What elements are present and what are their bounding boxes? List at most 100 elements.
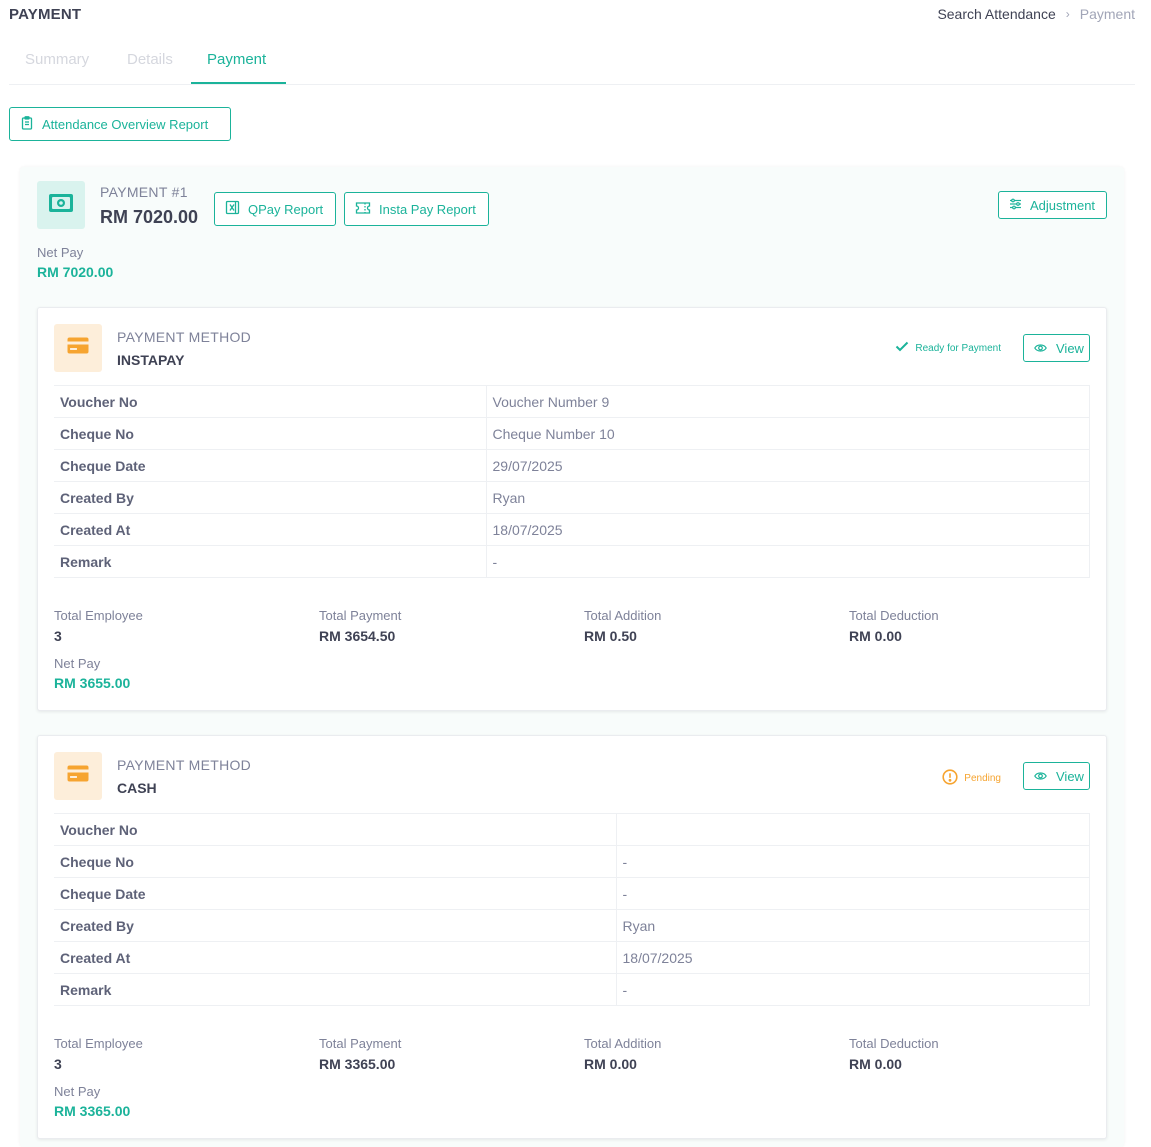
method-net-pay-label: Net Pay	[54, 656, 101, 671]
row-value: Cheque Number 10	[485, 417, 1090, 450]
alert-icon	[942, 769, 958, 788]
total-payment-value: RM 3654.50	[319, 628, 396, 644]
breadcrumb: Search Attendance › Payment	[937, 6, 1135, 22]
method-net-pay-label: Net Pay	[54, 1084, 101, 1099]
attendance-overview-report-label: Attendance Overview Report	[42, 116, 209, 132]
row-value: Ryan	[485, 481, 1090, 514]
sliders-icon	[1009, 198, 1022, 213]
total-deduction-label: Total Deduction	[849, 1036, 939, 1051]
total-employee-value: 3	[54, 1056, 62, 1072]
payment-heading: PAYMENT #1	[100, 184, 188, 200]
total-employee-value: 3	[54, 628, 62, 644]
tab-bar: Summary Details Payment	[9, 40, 1135, 85]
total-deduction-label: Total Deduction	[849, 608, 939, 623]
row-value: 18/07/2025	[485, 513, 1090, 546]
row-key: Created At	[54, 513, 486, 546]
breadcrumb-link-search-attendance[interactable]: Search Attendance	[937, 6, 1055, 22]
adjustment-button[interactable]: Adjustment	[998, 191, 1107, 219]
table-row: Voucher No Voucher Number 9	[54, 385, 1090, 418]
method-label: PAYMENT METHOD	[117, 757, 252, 773]
row-value: -	[615, 877, 1090, 910]
row-key: Cheque Date	[54, 449, 486, 482]
method-name: CASH	[117, 780, 157, 796]
eye-icon	[1034, 769, 1047, 784]
status-text: Pending	[964, 773, 1001, 784]
total-addition-value: RM 0.50	[584, 628, 637, 644]
table-row: Created By Ryan	[54, 481, 1090, 514]
table-row: Cheque No Cheque Number 10	[54, 417, 1090, 450]
method-icon-box	[54, 324, 102, 372]
breadcrumb-current: Payment	[1079, 6, 1135, 22]
eye-icon	[1034, 341, 1047, 356]
row-value: -	[485, 545, 1090, 578]
insta-pay-report-button[interactable]: Insta Pay Report	[344, 192, 489, 226]
excel-icon	[225, 200, 240, 218]
payment-method-card-cash: PAYMENT METHOD CASH Pending View Voucher…	[37, 735, 1107, 1139]
total-payment-label: Total Payment	[319, 1036, 402, 1051]
payment-icon-box	[37, 181, 85, 229]
table-row: Created At 18/07/2025	[54, 941, 1090, 974]
tab-details[interactable]: Details	[127, 51, 173, 68]
total-employee-label: Total Employee	[54, 608, 143, 623]
total-employee-label: Total Employee	[54, 1036, 143, 1051]
view-button[interactable]: View	[1023, 334, 1090, 362]
payment-detail-table: Voucher No Cheque No - Cheque Date - Creat…	[54, 813, 1090, 1006]
page-header: PAYMENT Search Attendance › Payment	[0, 0, 1151, 30]
status-badge: Ready for Payment	[895, 341, 1001, 355]
clipboard-icon	[20, 115, 34, 133]
net-pay-label: Net Pay	[37, 245, 84, 260]
table-row: Created At 18/07/2025	[54, 513, 1090, 546]
status-badge: Pending	[942, 769, 1001, 788]
method-label: PAYMENT METHOD	[117, 329, 252, 345]
row-value: -	[615, 973, 1090, 1006]
row-value: 18/07/2025	[615, 941, 1090, 974]
row-key: Remark	[54, 545, 486, 578]
row-value: Voucher Number 9	[485, 385, 1090, 418]
card-icon	[67, 765, 89, 787]
table-row: Voucher No	[54, 813, 1090, 846]
row-key: Created By	[54, 909, 616, 942]
method-name: INSTAPAY	[117, 352, 185, 368]
check-icon	[895, 341, 909, 355]
row-value: Ryan	[615, 909, 1090, 942]
cash-icon	[48, 193, 74, 218]
row-key: Cheque No	[54, 417, 486, 450]
view-button[interactable]: View	[1023, 762, 1090, 790]
total-addition-label: Total Addition	[584, 608, 662, 623]
page-title: PAYMENT	[9, 6, 82, 23]
row-key: Cheque Date	[54, 877, 616, 910]
view-label: View	[1056, 340, 1084, 356]
ticket-icon	[355, 201, 371, 218]
total-payment-value: RM 3365.00	[319, 1056, 396, 1072]
adjustment-label: Adjustment	[1030, 197, 1096, 213]
total-deduction-value: RM 0.00	[849, 628, 902, 644]
table-row: Created By Ryan	[54, 909, 1090, 942]
qpay-report-button[interactable]: QPay Report	[214, 192, 336, 226]
row-key: Created At	[54, 941, 616, 974]
row-key: Created By	[54, 481, 486, 514]
row-value: -	[615, 845, 1090, 878]
tab-payment[interactable]: Payment	[207, 51, 266, 68]
row-value	[615, 813, 1090, 846]
view-label: View	[1056, 768, 1084, 784]
total-deduction-value: RM 0.00	[849, 1056, 902, 1072]
method-net-pay-value: RM 3365.00	[54, 1103, 131, 1119]
payment-detail-table: Voucher No Voucher Number 9 Cheque No Cheq…	[54, 385, 1090, 578]
insta-pay-report-label: Insta Pay Report	[379, 201, 476, 217]
qpay-report-label: QPay Report	[248, 201, 324, 217]
tab-summary[interactable]: Summary	[25, 51, 89, 68]
method-icon-box	[54, 752, 102, 800]
breadcrumb-separator: ›	[1065, 7, 1070, 21]
table-row: Remark -	[54, 973, 1090, 1006]
total-payment-label: Total Payment	[319, 608, 402, 623]
card-icon	[67, 337, 89, 359]
status-text: Ready for Payment	[915, 342, 1001, 354]
payment-method-card-instapay: PAYMENT METHOD INSTAPAY Ready for Paymen…	[37, 307, 1107, 711]
row-key: Cheque No	[54, 845, 616, 878]
table-row: Remark -	[54, 545, 1090, 578]
table-row: Cheque Date -	[54, 877, 1090, 910]
row-key: Voucher No	[54, 385, 486, 418]
net-pay-value: RM 7020.00	[37, 264, 114, 280]
total-addition-value: RM 0.00	[584, 1056, 637, 1072]
attendance-overview-report-button[interactable]: Attendance Overview Report	[9, 107, 231, 141]
